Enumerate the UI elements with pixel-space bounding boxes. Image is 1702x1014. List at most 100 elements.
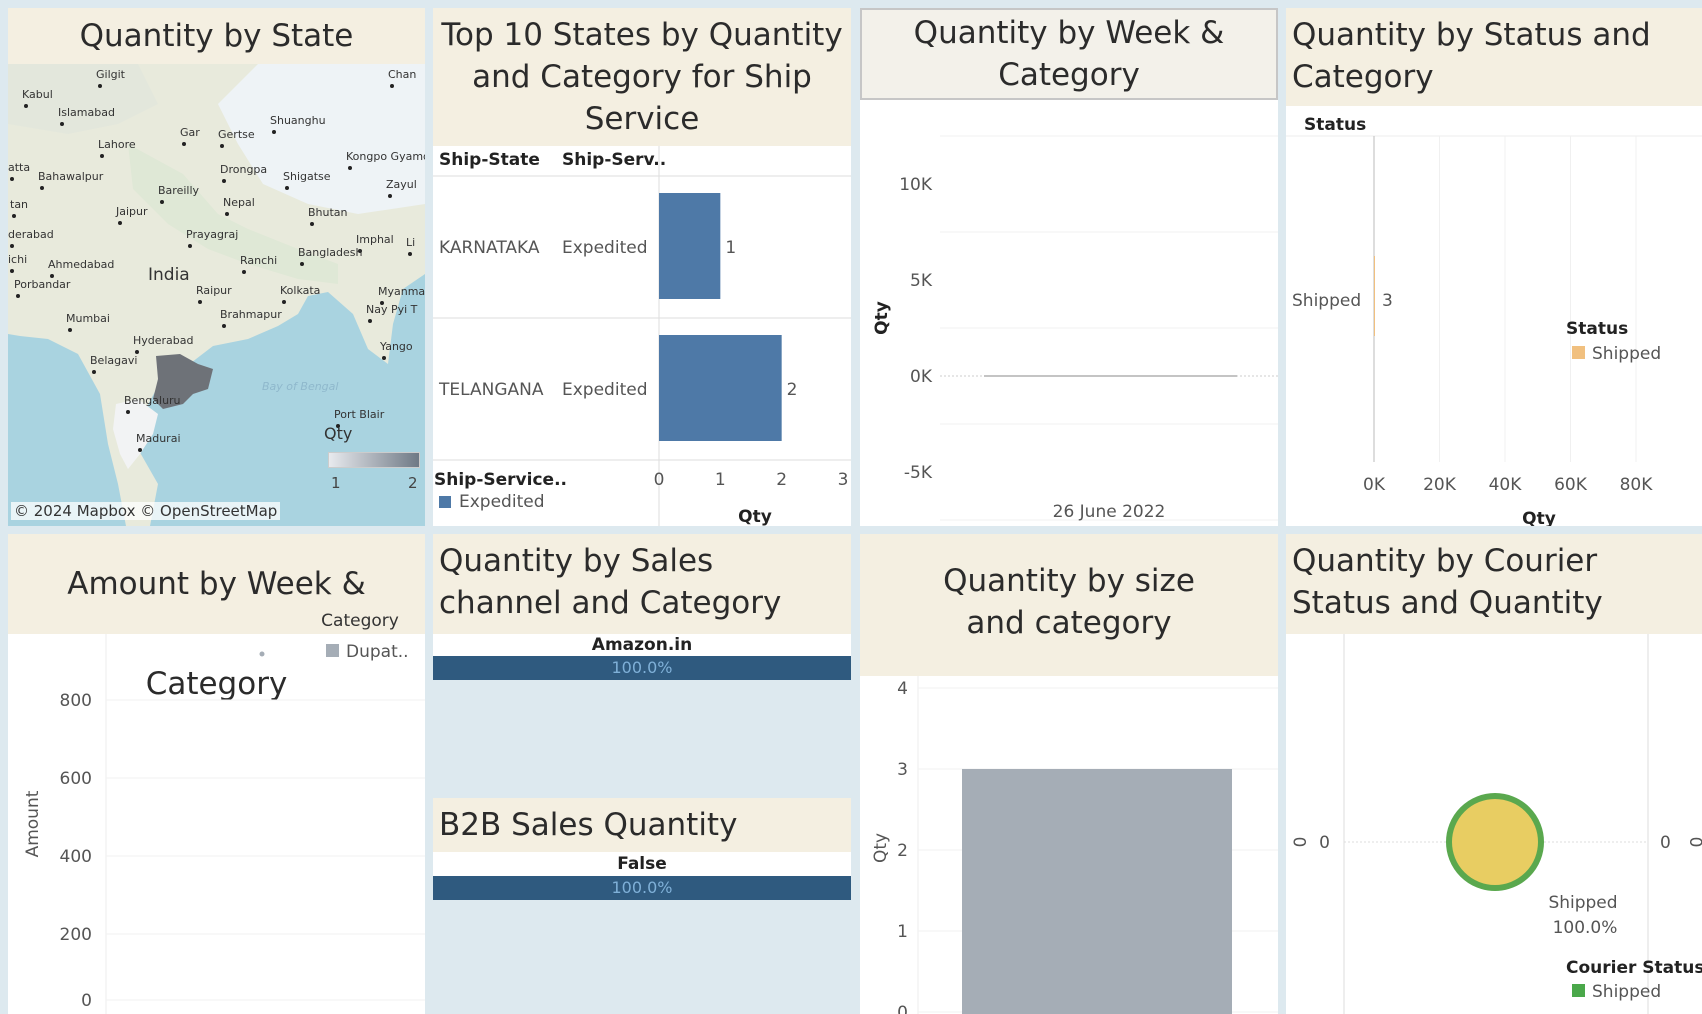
map-place-label: Li [406,236,415,249]
map-place-dot [98,84,102,88]
map-place-dot [12,214,16,218]
map-place-label: Belagavi [90,354,137,367]
map-place-dot [300,262,304,266]
map-place-dot [10,244,14,248]
amount-tick-label: 400 [60,847,92,867]
map-place-dot [242,270,246,274]
map-place-label: Raipur [196,284,232,297]
map-place-dot [388,194,392,198]
map-legend-min: 1 [331,474,341,492]
status-row-value: 3 [1382,291,1393,311]
status-legend-swatch [1572,346,1585,359]
top10-legend-item: Expedited [459,492,544,512]
map-place-dot [100,154,104,158]
status-legend-title: Status [1566,319,1628,339]
size-tick-label: 1 [897,922,908,942]
courier-panel: Quantity by Courier Status and Quantity … [1286,534,1702,1014]
courier-legend-swatch [1572,984,1585,997]
map-place-dot [10,177,14,181]
status-tick-label: 80K [1620,475,1654,495]
map-place-label: Gar [180,126,200,139]
amount-tick-label: 800 [60,691,92,711]
amount-tick-label: 600 [60,769,92,789]
map-place-label: Bangladesh [298,246,363,259]
map-place-label: India [148,265,190,285]
status-legend-item: Shipped [1592,344,1661,364]
status-title: Quantity by Status and Category [1286,8,1702,106]
map-place-dot [408,252,412,256]
map-place-dot [16,294,20,298]
amount-chart[interactable]: 800 600 400 200 0 Amount Category Dupat.. [8,611,425,1014]
map-panel: Quantity by State Gilgit Kabul Islamabad La… [8,8,425,526]
map-place-label: Myanma [378,285,425,298]
map-place-dot [160,200,164,204]
map-place-label: Kabul [22,88,53,101]
map-place-label: Mumbai [66,312,110,325]
size-tick-label: 4 [897,679,908,699]
map-place-label: Lahore [98,138,136,151]
map-place-label: Shuanghu [270,114,326,127]
status-chart[interactable]: Status 0K 20K 40K 60K 80K Shipped 3 Qty Status Shi… [1286,106,1702,526]
top10-bar [659,193,721,299]
top10-tick-label: 1 [715,470,726,490]
map-place-dot [182,142,186,146]
courier-legend-item: Shipped [1592,982,1661,1002]
map-place-dot [225,212,229,216]
channel-bar-pct: 100.0% [611,658,673,677]
map-copyright[interactable]: © 2024 Mapbox © OpenStreetMap [11,502,281,520]
size-panel: Quantity by size and category 4 3 2 1 0 Qty [860,534,1278,1014]
map-place-label: Brahmapur [220,308,282,321]
map-place-dot [310,222,314,226]
map-place-dot [198,300,202,304]
b2b-bar-label: False [433,852,851,876]
map-place-label: Ahmedabad [48,258,114,271]
amount-ylabel: Amount [23,790,43,857]
top10-bar [659,335,782,441]
map-legend-title: Qty [324,424,353,443]
map-title: Quantity by State [8,8,425,64]
status-xlabel: Qty [1522,509,1556,526]
map-place-label: Prayagraj [186,228,238,241]
channel-bar-label: Amazon.in [433,634,851,656]
size-title: Quantity by size and category [860,534,1278,676]
top10-row-state: TELANGANA [438,380,544,400]
b2b-bar[interactable]: 100.0% [433,876,851,900]
map-legend-gradient [328,452,420,468]
amount-data-point [259,651,265,657]
size-chart[interactable]: 4 3 2 1 0 Qty [860,676,1278,1014]
map-place-dot [272,130,276,134]
map-place-dot [380,301,384,305]
top10-tick-label: 2 [776,470,787,490]
week-chart[interactable]: 10K 5K 0K -5K Qty 26 June 2022 [860,100,1278,526]
courier-bubble-pct: 100.0% [1553,918,1618,938]
top10-chart[interactable]: Ship-State Ship-Serv.. KARNATAKA Expedited 1… [433,146,851,526]
map-place-label: Imphal [356,233,394,246]
amount-legend-title: Category [321,611,399,631]
amount-panel: Amount by Week & Category 800 600 400 200 0 A… [8,534,425,1014]
courier-bubble-label: Shipped [1548,893,1617,913]
courier-chart[interactable]: 0000Shipped100.0%Courier StatusShipped [1286,634,1702,1014]
map-place-dot [348,166,352,170]
amount-legend-swatch [326,644,339,657]
map-place-dot [24,104,28,108]
top10-legend-swatch [439,496,451,508]
map-place-label: Kolkata [280,284,320,297]
channel-bar[interactable]: 100.0% [433,656,851,680]
map-place-dot [220,144,224,148]
week-xlabel: 26 June 2022 [1053,502,1166,522]
map-place-dot [390,84,394,88]
courier-right-axis-title: 0 [1685,837,1702,848]
top10-axis-title: Qty [738,507,772,526]
map-place-dot [382,356,386,360]
week-tick-label: 5K [910,271,933,291]
courier-legend-title: Courier Status [1566,958,1702,978]
map-place-label: Hyderabad [133,334,194,347]
map-place-label: Bengaluru [124,394,181,407]
map-place-label: Shigatse [283,170,331,183]
b2b-bar-pct: 100.0% [611,878,673,897]
size-tick-label: 2 [897,841,908,861]
status-panel: Quantity by Status and Category Status 0K… [1286,8,1702,526]
week-tick-label: 10K [899,175,933,195]
week-ylabel: Qty [872,301,892,335]
top10-row-service: Expedited [562,380,647,400]
